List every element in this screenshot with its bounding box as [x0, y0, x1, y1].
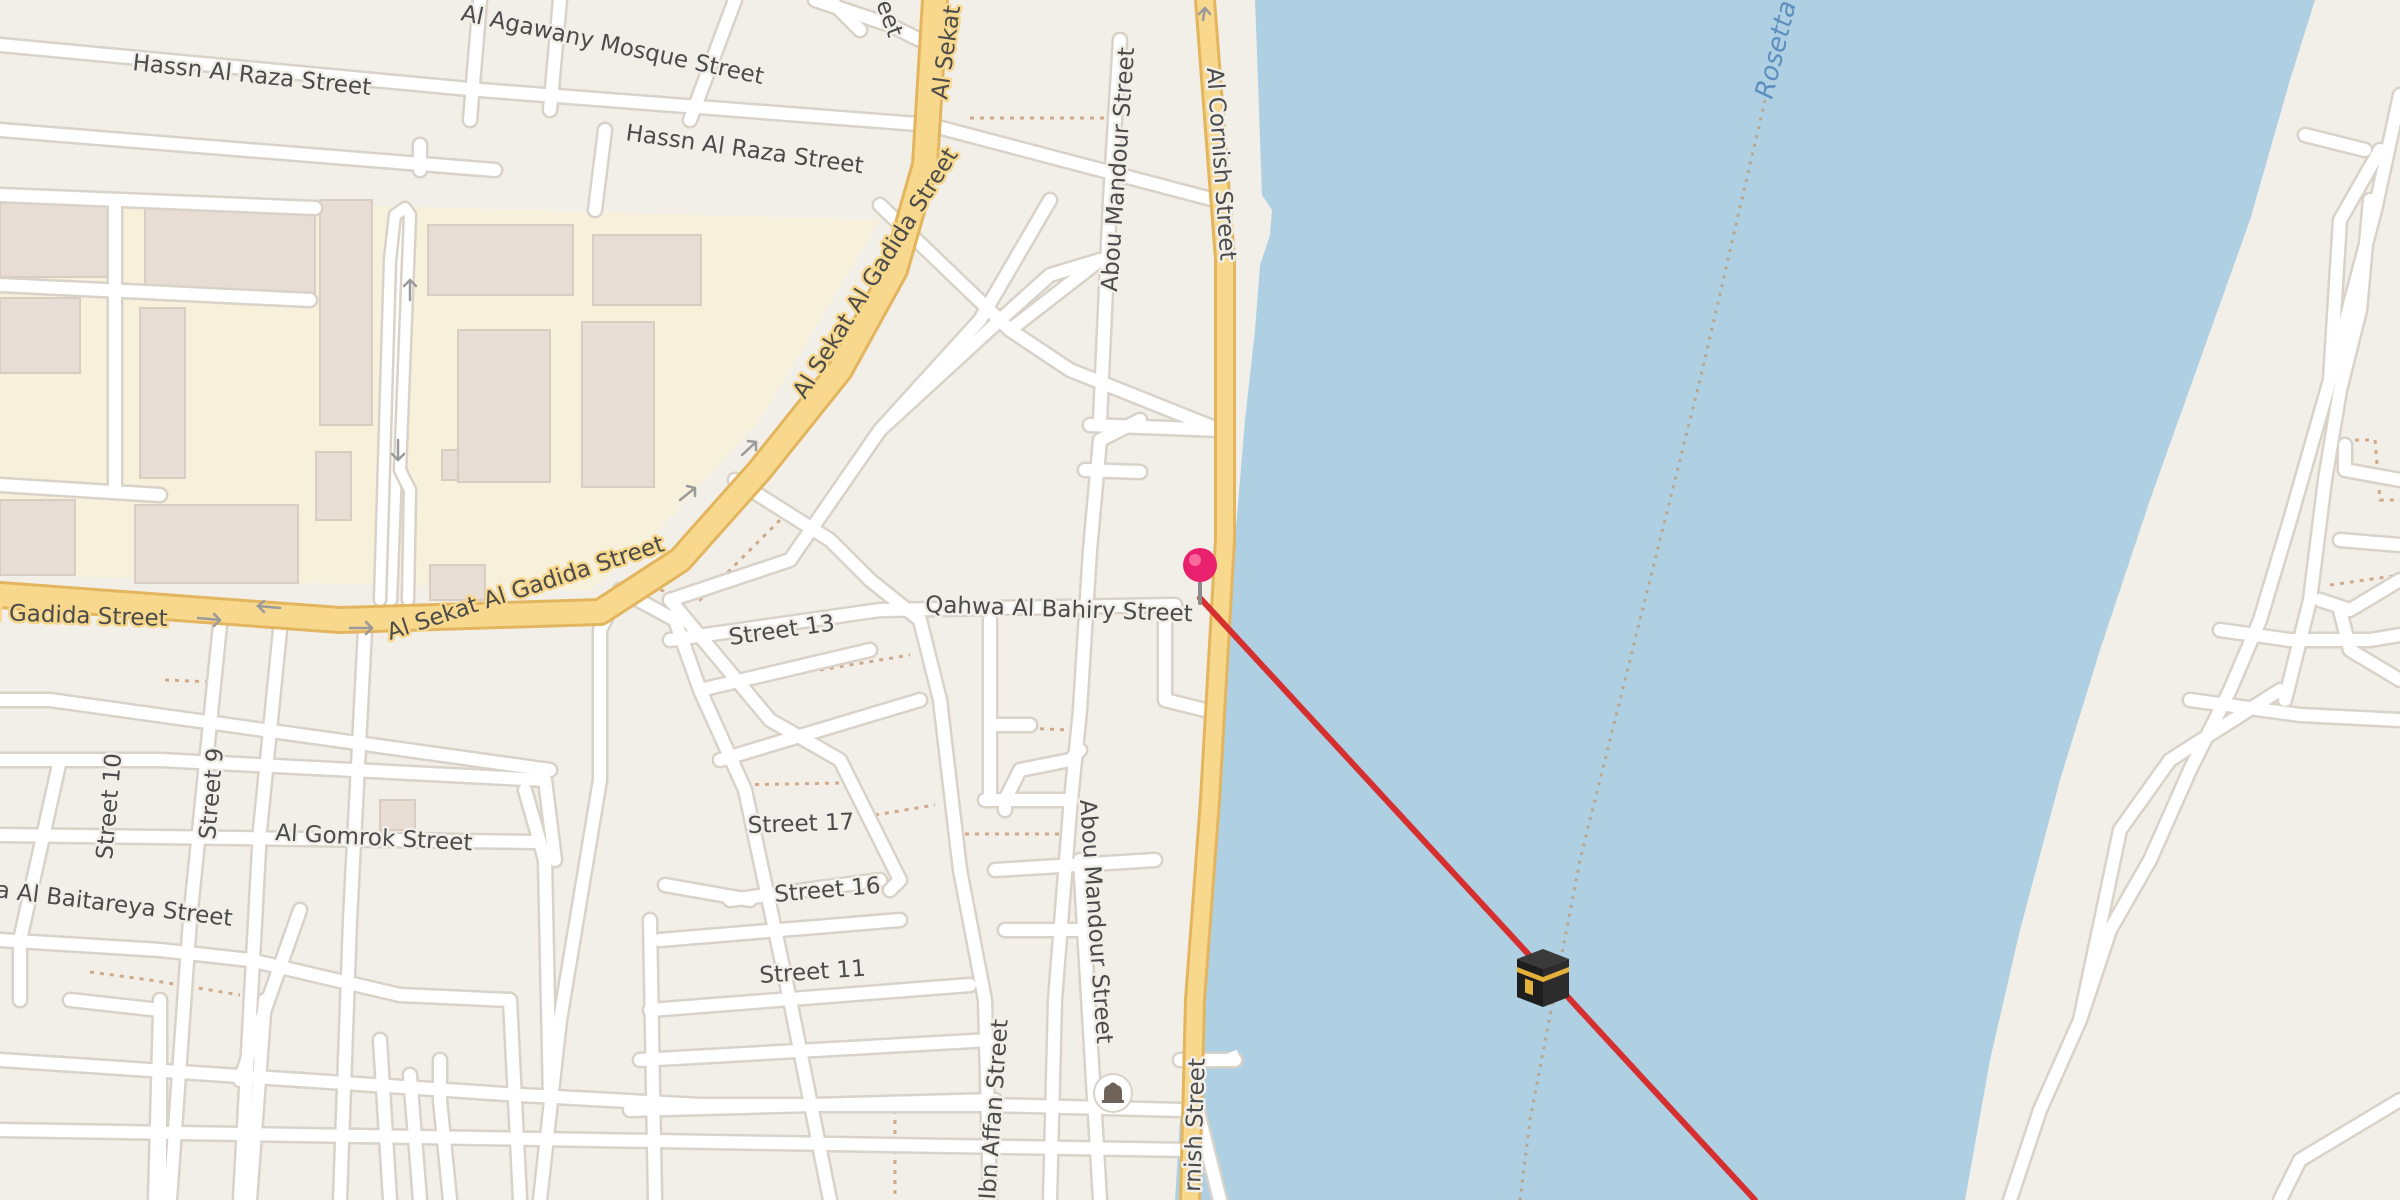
street-label: rnish Street — [1180, 1058, 1211, 1193]
kaaba-icon[interactable] — [1517, 949, 1569, 1007]
map-canvas[interactable]: Al Agawany Mosque Street Hassn Al Raza S… — [0, 0, 2400, 1200]
mosque-poi-icon[interactable] — [1093, 1073, 1133, 1113]
street-label: Street 17 — [747, 809, 854, 839]
